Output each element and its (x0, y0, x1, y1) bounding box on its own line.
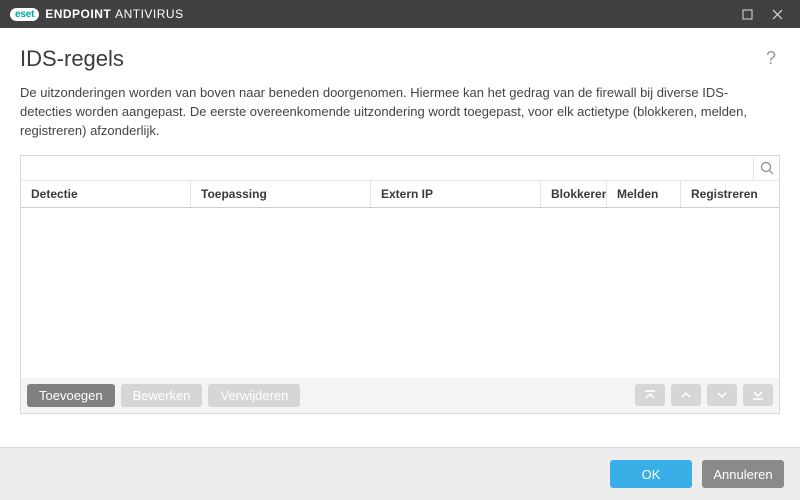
dialog-footer: OK Annuleren (0, 447, 800, 500)
page-title: IDS-regels (20, 46, 762, 72)
col-detection[interactable]: Detectie (21, 181, 191, 207)
rules-table: Detectie Toepassing Extern IP Blokkeren … (20, 155, 780, 414)
add-button[interactable]: Toevoegen (27, 384, 115, 407)
search-row (21, 156, 779, 181)
delete-button[interactable]: Verwijderen (208, 384, 300, 407)
search-button[interactable] (753, 156, 779, 180)
header: IDS-regels ? (0, 28, 800, 80)
move-bottom-button[interactable] (743, 384, 773, 406)
cancel-button[interactable]: Annuleren (702, 460, 784, 488)
move-up-button[interactable] (671, 384, 701, 406)
page-description: De uitzonderingen worden van boven naar … (0, 80, 800, 155)
chevron-top-icon (644, 389, 656, 401)
title-bar: eset ENDPOINT ANTIVIRUS (0, 0, 800, 28)
ok-button[interactable]: OK (610, 460, 692, 488)
edit-button[interactable]: Bewerken (121, 384, 203, 407)
move-top-button[interactable] (635, 384, 665, 406)
chevron-down-icon (716, 389, 728, 401)
table-footer: Toevoegen Bewerken Verwijderen (21, 378, 779, 413)
minimize-icon (742, 9, 753, 20)
search-icon (760, 161, 774, 175)
brand-text: ENDPOINT ANTIVIRUS (45, 7, 183, 21)
search-input[interactable] (21, 156, 753, 180)
close-button[interactable] (762, 0, 792, 28)
col-notify[interactable]: Melden (607, 181, 681, 207)
chevron-bottom-icon (752, 389, 764, 401)
help-icon[interactable]: ? (762, 46, 780, 71)
brand-badge: eset (10, 8, 39, 21)
minimize-button[interactable] (732, 0, 762, 28)
col-extern-ip[interactable]: Extern IP (371, 181, 541, 207)
col-application[interactable]: Toepassing (191, 181, 371, 207)
close-icon (772, 9, 783, 20)
chevron-up-icon (680, 389, 692, 401)
col-block[interactable]: Blokkeren (541, 181, 607, 207)
col-register[interactable]: Registreren (681, 181, 779, 207)
move-down-button[interactable] (707, 384, 737, 406)
table-header: Detectie Toepassing Extern IP Blokkeren … (21, 181, 779, 208)
table-body[interactable] (21, 208, 779, 378)
